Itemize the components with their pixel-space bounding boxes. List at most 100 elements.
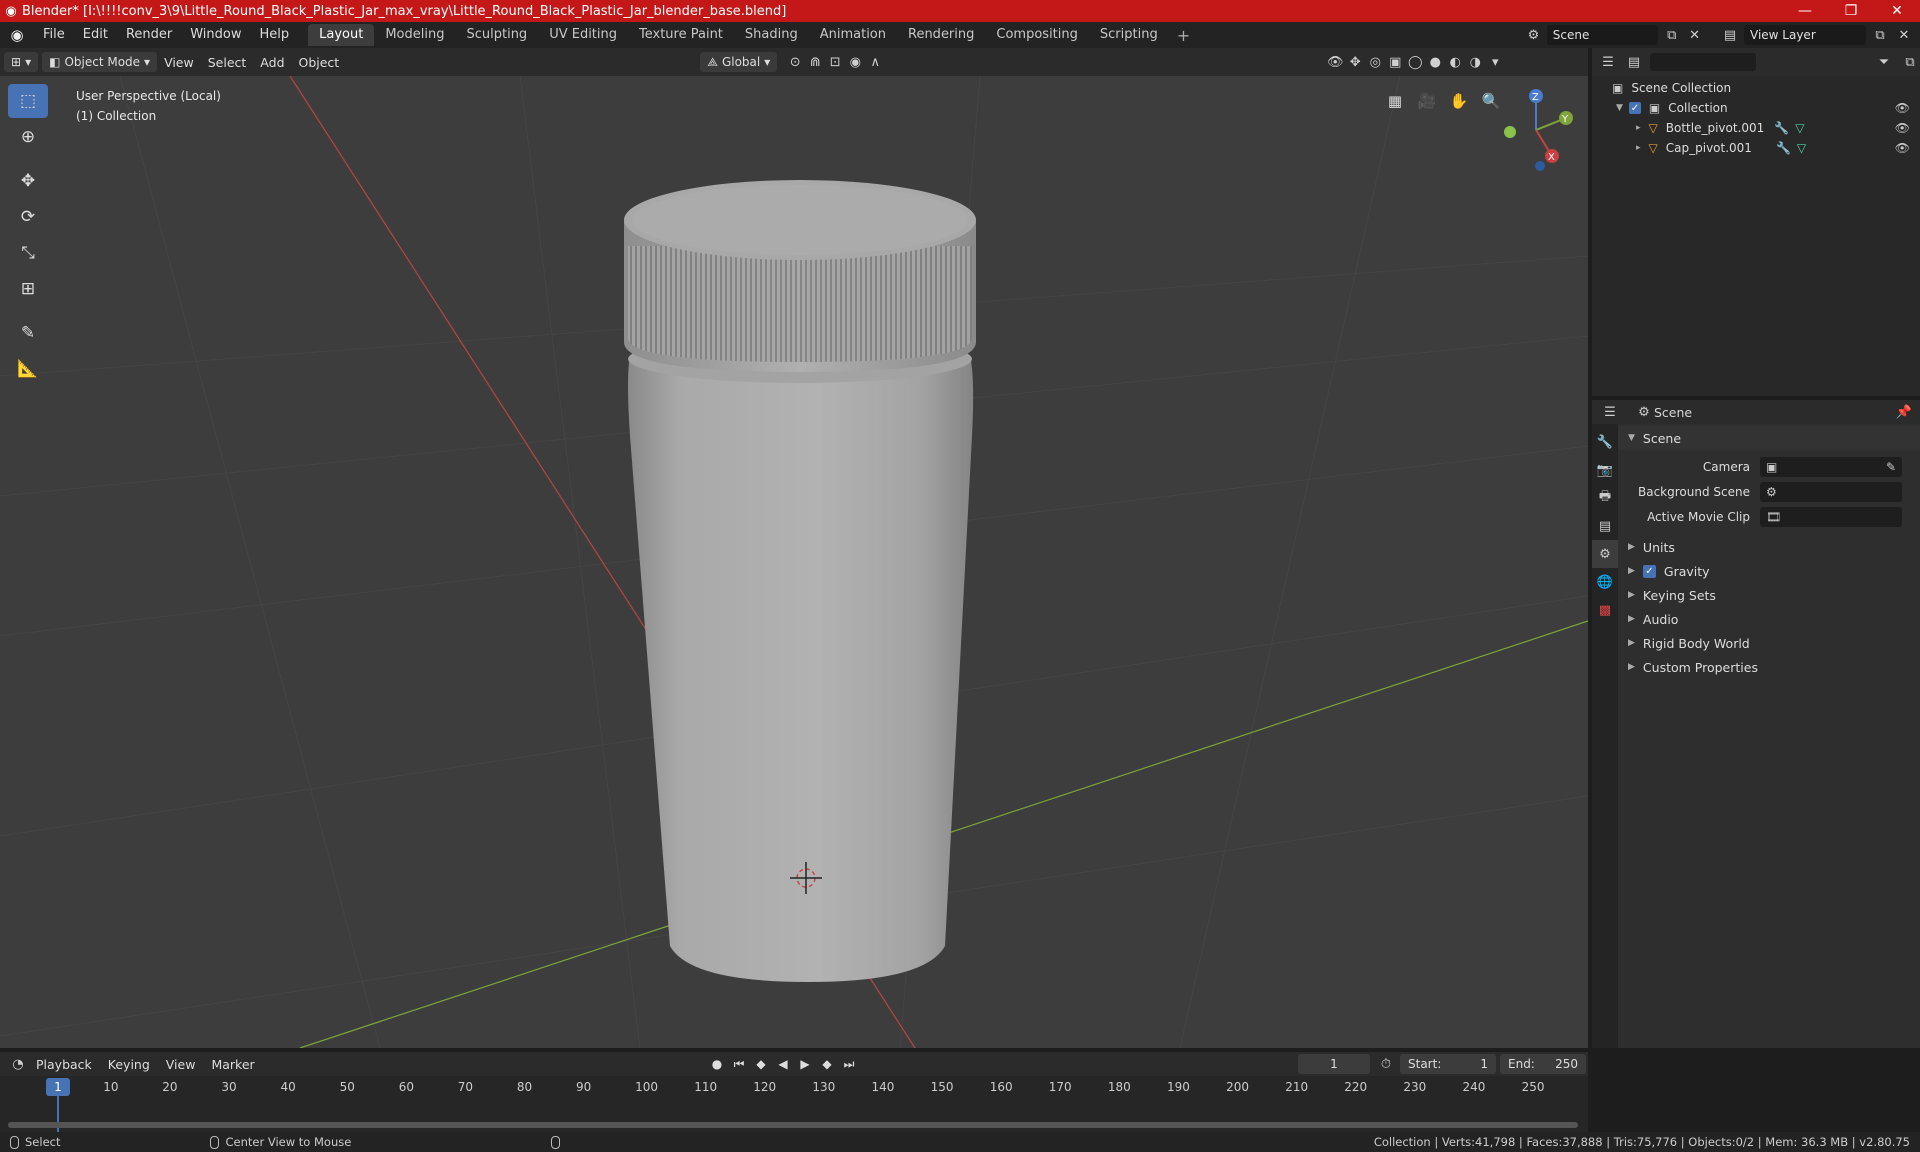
outliner-object-bottle[interactable]: ▸ ▽ Bottle_pivot.001 🔧 ▽ 👁	[1592, 118, 1920, 138]
tab-rendering[interactable]: Rendering	[897, 24, 985, 46]
tab-compositing[interactable]: Compositing	[985, 24, 1089, 46]
proportional-edit-icon[interactable]: ◉	[845, 52, 865, 72]
rigid-body-world-panel-header[interactable]: ▶ Rigid Body World	[1618, 631, 1920, 655]
timeline-menu-playback[interactable]: Playback	[28, 1057, 100, 1072]
keying-sets-panel-header[interactable]: ▶ Keying Sets	[1618, 583, 1920, 607]
start-frame-field[interactable]: Start: 1	[1400, 1054, 1496, 1074]
mode-dropdown[interactable]: ◧ Object Mode ▾	[42, 52, 158, 72]
collection-checkbox[interactable]: ✓	[1628, 102, 1641, 114]
expand-arrow-icon[interactable]: ▸	[1636, 123, 1641, 133]
viewport-menu-select[interactable]: Select	[201, 55, 254, 70]
units-panel-header[interactable]: ▶ Units	[1618, 535, 1920, 559]
mesh-data-icon[interactable]: ▽	[1797, 141, 1806, 155]
minimize-button[interactable]: —	[1782, 3, 1828, 19]
transform-tool[interactable]: ⊞	[8, 272, 48, 306]
menu-edit[interactable]: Edit	[74, 22, 117, 48]
background-scene-field[interactable]: ⚙	[1760, 482, 1902, 502]
rotate-tool[interactable]: ⟳	[8, 200, 48, 234]
jump-start-icon[interactable]: ⏮	[730, 1054, 748, 1074]
menu-file[interactable]: File	[34, 22, 74, 48]
gizmo-toggle-icon[interactable]: ✥	[1345, 52, 1365, 72]
pan-view-icon[interactable]: ✋	[1446, 88, 1472, 114]
timeline-menu-marker[interactable]: Marker	[203, 1057, 262, 1072]
gravity-panel-header[interactable]: ▶ ✓ Gravity	[1618, 559, 1920, 583]
annotate-tool[interactable]: ✎	[8, 316, 48, 350]
falloff-icon[interactable]: ∧	[865, 52, 885, 72]
new-scene-icon[interactable]: ⧉	[1662, 25, 1681, 45]
menu-window[interactable]: Window	[181, 22, 250, 48]
timeline-menu-view[interactable]: View	[158, 1057, 204, 1072]
next-keyframe-icon[interactable]: ◆	[818, 1054, 836, 1074]
expand-arrow-icon[interactable]: ▸	[1636, 143, 1641, 153]
wireframe-shading-icon[interactable]: ◯	[1405, 52, 1425, 72]
camera-icon[interactable]: 🎥	[1414, 88, 1440, 114]
visibility-filter-icon[interactable]: 👁	[1325, 52, 1345, 72]
record-icon[interactable]: ●	[708, 1054, 726, 1074]
camera-field[interactable]: ▣ ✎	[1760, 457, 1902, 477]
maximize-button[interactable]: ❐	[1828, 3, 1874, 19]
tab-shading[interactable]: Shading	[734, 24, 809, 46]
tab-scripting[interactable]: Scripting	[1089, 24, 1169, 46]
tab-scene[interactable]: ⚙	[1592, 540, 1618, 568]
select-box-tool[interactable]: ⬚	[8, 84, 48, 118]
rendered-shading-icon[interactable]: ◑	[1465, 52, 1485, 72]
transform-orientation-dropdown[interactable]: ⟁ Global ▾	[700, 52, 778, 72]
filter-icon[interactable]: ⏷	[1874, 52, 1894, 72]
cap-visibility-icon[interactable]: 👁	[1895, 141, 1910, 155]
tab-texture-paint[interactable]: Texture Paint	[628, 24, 734, 46]
tab-modeling[interactable]: Modeling	[374, 24, 455, 46]
audio-panel-header[interactable]: ▶ Audio	[1618, 607, 1920, 631]
mesh-data-icon[interactable]: ▽	[1795, 121, 1804, 135]
custom-properties-panel-header[interactable]: ▶ Custom Properties	[1618, 655, 1920, 679]
menu-render[interactable]: Render	[117, 22, 181, 48]
timeline-body[interactable]: 1 10 20 30 40 50 60 70 80 90 100 110 120 130 140 150 16…	[0, 1076, 1588, 1132]
timeline-editor-type-icon[interactable]: ◔	[8, 1054, 28, 1074]
scene-panel-header[interactable]: ▼ Scene	[1618, 426, 1920, 450]
gravity-checkbox[interactable]: ✓	[1642, 564, 1656, 578]
tab-view-layer[interactable]: ▤	[1592, 512, 1618, 540]
view-layer-icon[interactable]: ▤	[1720, 25, 1740, 45]
modifier-wrench-icon[interactable]: 🔧	[1776, 141, 1791, 155]
overlay-toggle-icon[interactable]: ◎	[1365, 52, 1385, 72]
active-movie-clip-field[interactable]: 🎞	[1760, 507, 1902, 527]
viewport-menu-add[interactable]: Add	[253, 55, 291, 70]
xray-toggle-icon[interactable]: ▣	[1385, 52, 1405, 72]
collection-visibility-icon[interactable]: 👁	[1895, 101, 1910, 115]
measure-tool[interactable]: 📐	[8, 352, 48, 386]
editor-type-button[interactable]: ⊞ ▾	[4, 52, 39, 72]
current-frame-field[interactable]: 1	[1298, 1054, 1370, 1074]
snap-target-icon[interactable]: ⊡	[825, 52, 845, 72]
scene-icon[interactable]: ⚙	[1524, 25, 1543, 45]
outliner-editor-type-icon[interactable]: ☰	[1598, 52, 1618, 72]
new-collection-icon[interactable]: ⧉	[1900, 52, 1920, 72]
tab-tool[interactable]: 🔧	[1592, 428, 1618, 456]
scene-name-field[interactable]: Scene	[1546, 25, 1659, 45]
toggle-camera-view-icon[interactable]: ▦	[1382, 88, 1408, 114]
clock-icon[interactable]: ⏱	[1376, 1054, 1396, 1074]
material-shading-icon[interactable]: ◐	[1445, 52, 1465, 72]
display-mode-icon[interactable]: ▤	[1624, 52, 1644, 72]
pin-icon[interactable]: 📌	[1894, 402, 1914, 422]
shading-options-icon[interactable]: ▾	[1485, 52, 1505, 72]
outliner-object-cap[interactable]: ▸ ▽ Cap_pivot.001 🔧 ▽ 👁	[1592, 138, 1920, 158]
close-button[interactable]: ✕	[1874, 3, 1920, 19]
view-layer-field[interactable]: View Layer	[1744, 25, 1866, 45]
timeline-scrollbar[interactable]	[8, 1122, 1578, 1128]
jump-end-icon[interactable]: ⏭	[840, 1054, 858, 1074]
play-icon[interactable]: ▶	[796, 1054, 814, 1074]
cursor-tool[interactable]: ⊕	[8, 120, 48, 154]
zoom-view-icon[interactable]: 🔍	[1478, 88, 1504, 114]
pivot-point-icon[interactable]: ⊙	[785, 52, 805, 72]
jar-body[interactable]	[628, 335, 974, 982]
tab-render[interactable]: 📷	[1592, 456, 1618, 484]
viewport-menu-object[interactable]: Object	[292, 55, 347, 70]
tab-world[interactable]: 🌐	[1592, 568, 1618, 596]
current-frame-indicator[interactable]: 1	[46, 1078, 70, 1096]
bottle-visibility-icon[interactable]: 👁	[1895, 121, 1910, 135]
end-frame-field[interactable]: End: 250	[1500, 1054, 1586, 1074]
play-reverse-icon[interactable]: ◀	[774, 1054, 792, 1074]
tab-animation[interactable]: Animation	[809, 24, 897, 46]
snap-icon[interactable]: ⋒	[805, 52, 825, 72]
viewport-menu-view[interactable]: View	[157, 55, 201, 70]
eyedropper-icon[interactable]: ✎	[1886, 460, 1896, 474]
